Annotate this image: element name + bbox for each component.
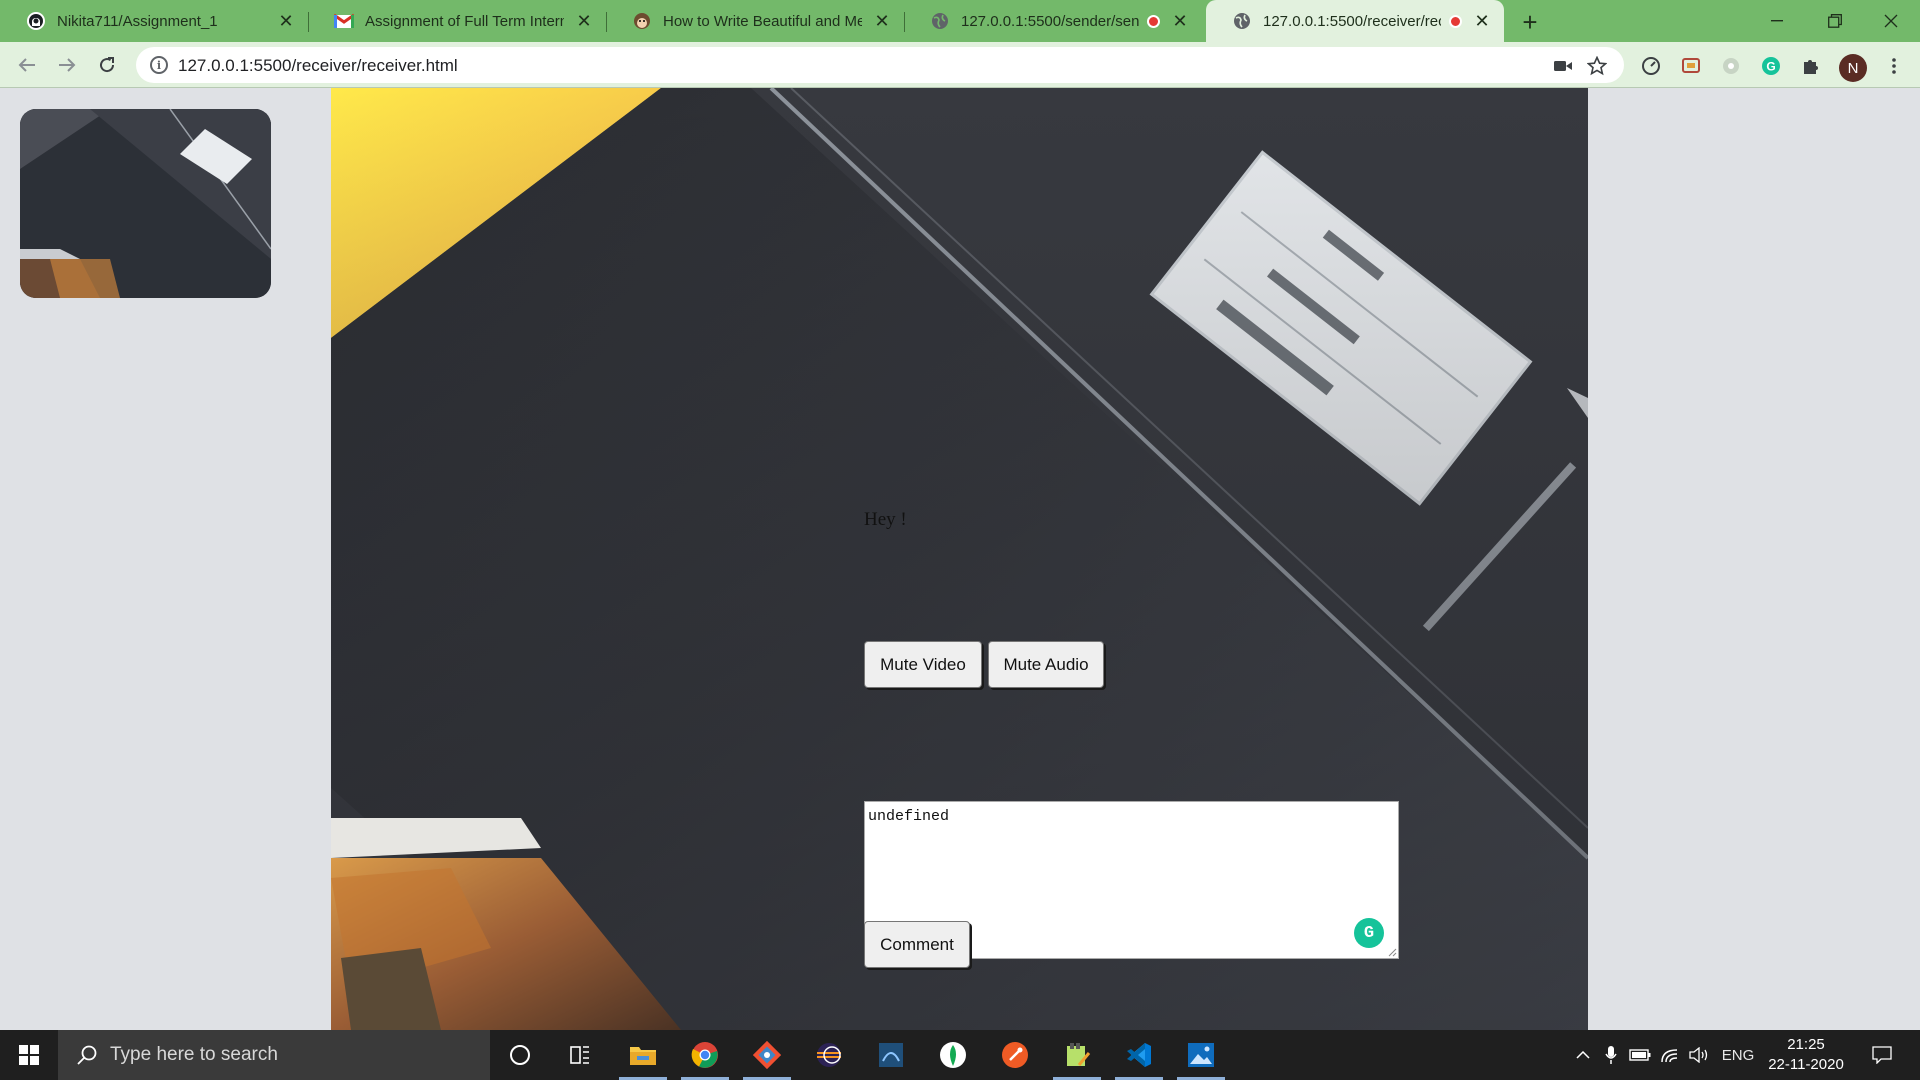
address-bar[interactable]: i 127.0.0.1:5500/receiver/receiver.html [136, 47, 1624, 83]
tab-title: 127.0.0.1:5500/receiver/rece [1263, 12, 1441, 30]
close-tab-icon[interactable]: ✕ [276, 11, 296, 31]
language-indicator[interactable]: ENG [1716, 1030, 1760, 1080]
svg-text:G: G [1766, 60, 1775, 74]
message-text: Hey ! [864, 509, 907, 530]
tab-strip: Nikita711/Assignment_1 ✕ Assignment of F… [0, 0, 1920, 42]
search-icon [77, 1045, 97, 1065]
browser-toolbar: i 127.0.0.1:5500/receiver/receiver.html … [0, 42, 1920, 88]
close-tab-icon[interactable]: ✕ [1170, 11, 1190, 31]
windows-taskbar: Type here to search ENG 21:25 22-11-2020 [0, 1030, 1920, 1080]
reload-icon[interactable] [92, 50, 122, 80]
file-explorer-icon[interactable] [613, 1030, 673, 1080]
gmail-icon [334, 11, 354, 31]
mute-audio-button[interactable]: Mute Audio [988, 641, 1104, 688]
grammarly-icon[interactable]: G [1354, 918, 1384, 948]
clock-date: 22-11-2020 [1768, 1056, 1844, 1073]
tab-title: 127.0.0.1:5500/sender/sende [961, 12, 1139, 30]
monkey-icon [632, 11, 652, 31]
search-placeholder: Type here to search [110, 1044, 278, 1065]
new-tab-icon[interactable]: + [1516, 7, 1544, 37]
clock[interactable]: 21:25 22-11-2020 [1764, 1035, 1848, 1075]
volume-icon[interactable] [1686, 1030, 1714, 1080]
close-tab-icon[interactable]: ✕ [872, 11, 892, 31]
page-viewport: Hey ! Mute Video Mute Audio undefined G … [0, 88, 1920, 1030]
recording-indicator-icon [1449, 14, 1462, 28]
tab-gmail[interactable]: Assignment of Full Term Internsh ✕ [308, 0, 606, 42]
close-window-icon[interactable] [1862, 0, 1920, 42]
battery-icon[interactable] [1626, 1030, 1654, 1080]
vscode-icon[interactable] [1109, 1030, 1169, 1080]
tab-github[interactable]: Nikita711/Assignment_1 ✕ [0, 0, 308, 42]
sts-icon[interactable] [861, 1030, 921, 1080]
windows-start-icon[interactable] [0, 1030, 58, 1080]
notepad-plus-plus-icon[interactable] [1047, 1030, 1107, 1080]
camera-in-use-icon[interactable] [1552, 55, 1574, 77]
taskbar-search-box[interactable]: Type here to search [58, 1030, 490, 1080]
cortana-icon[interactable] [490, 1030, 550, 1080]
mongodb-compass-icon[interactable] [923, 1030, 983, 1080]
globe-icon [930, 11, 950, 31]
wifi-icon[interactable] [1656, 1030, 1684, 1080]
close-tab-icon[interactable]: ✕ [1472, 11, 1492, 31]
resize-handle-icon[interactable] [1387, 947, 1397, 957]
globe-icon [1232, 11, 1252, 31]
chrome-icon[interactable] [675, 1030, 735, 1080]
kebab-menu-icon[interactable] [1883, 55, 1905, 77]
minimize-icon[interactable] [1748, 0, 1806, 42]
microphone-icon[interactable] [1598, 1030, 1624, 1080]
extensions-puzzle-icon[interactable] [1800, 55, 1822, 77]
forward-icon[interactable] [52, 50, 82, 80]
tab-title: Assignment of Full Term Internsh [365, 12, 564, 30]
chevron-up-icon[interactable] [1570, 1030, 1596, 1080]
address-url[interactable]: 127.0.0.1:5500/receiver/receiver.html [178, 56, 458, 76]
profile-avatar[interactable]: N [1839, 54, 1867, 82]
restore-icon[interactable] [1806, 0, 1864, 42]
tab-receiver[interactable]: 127.0.0.1:5500/receiver/rece ✕ [1206, 0, 1504, 42]
task-view-icon[interactable] [550, 1030, 610, 1080]
cast-extension-icon[interactable] [1680, 55, 1702, 77]
back-icon[interactable] [12, 50, 42, 80]
github-icon [26, 11, 46, 31]
comment-button[interactable]: Comment [864, 921, 970, 968]
clock-time: 21:25 [1787, 1036, 1825, 1053]
site-info-icon[interactable]: i [150, 56, 168, 74]
recording-indicator-icon [1147, 14, 1160, 28]
postman-icon[interactable] [985, 1030, 1045, 1080]
tab-title: Nikita711/Assignment_1 [57, 12, 218, 30]
mute-video-button[interactable]: Mute Video [864, 641, 982, 688]
performance-extension-icon[interactable] [1640, 55, 1662, 77]
tab-article[interactable]: How to Write Beautiful and Mean ✕ [606, 0, 904, 42]
tab-title: How to Write Beautiful and Mean [663, 12, 862, 30]
grammarly-extension-icon[interactable]: G [1760, 55, 1782, 77]
local-video [20, 109, 271, 298]
bookmark-star-icon[interactable] [1586, 55, 1608, 77]
git-icon[interactable] [737, 1030, 797, 1080]
notifications-icon[interactable] [1862, 1030, 1902, 1080]
comment-text: undefined [868, 808, 950, 825]
photos-icon[interactable] [1171, 1030, 1231, 1080]
eclipse-icon[interactable] [799, 1030, 859, 1080]
tab-sender[interactable]: 127.0.0.1:5500/sender/sende ✕ [904, 0, 1202, 42]
close-tab-icon[interactable]: ✕ [574, 11, 594, 31]
settings-extension-icon[interactable] [1720, 55, 1742, 77]
